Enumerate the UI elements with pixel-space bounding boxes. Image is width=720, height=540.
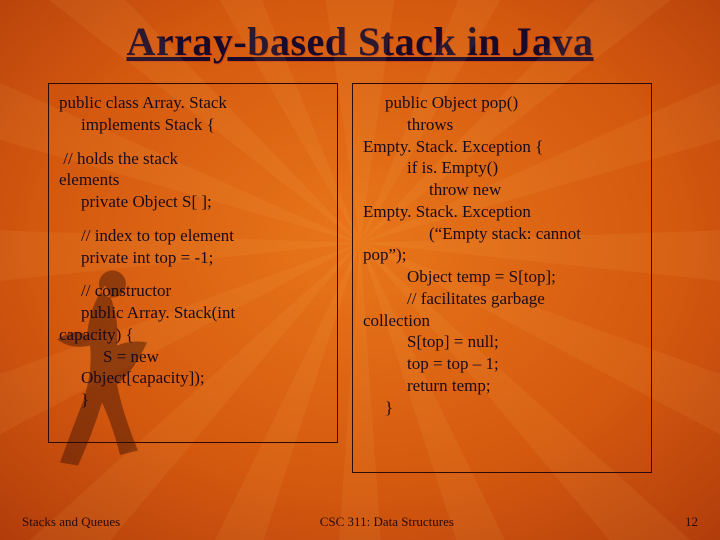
footer-left: Stacks and Queues xyxy=(22,514,120,530)
code-line: private Object S[ ]; xyxy=(59,191,327,213)
code-right-box: public Object pop() throws Empty. Stack.… xyxy=(352,83,652,473)
code-line: public Array. Stack(int xyxy=(59,302,327,324)
code-line: (“Empty stack: cannot xyxy=(363,223,641,245)
code-line: implements Stack { xyxy=(59,114,327,136)
code-line: S = new xyxy=(59,346,327,368)
code-columns: public class Array. Stack implements Sta… xyxy=(0,65,720,473)
code-line: private int top = -1; xyxy=(59,247,327,269)
code-line: throw new xyxy=(363,179,641,201)
code-line: pop”); xyxy=(363,244,641,266)
code-line: } xyxy=(363,397,641,419)
slide-number: 12 xyxy=(685,514,698,530)
footer-center: CSC 311: Data Structures xyxy=(320,514,454,530)
code-line: Object[capacity]); xyxy=(59,367,327,389)
footer: Stacks and Queues CSC 311: Data Structur… xyxy=(0,514,720,530)
code-line: public class Array. Stack xyxy=(59,92,327,114)
code-line: top = top – 1; xyxy=(363,353,641,375)
code-line: collection xyxy=(363,310,641,332)
code-left-box: public class Array. Stack implements Sta… xyxy=(48,83,338,443)
code-line: Empty. Stack. Exception { xyxy=(363,136,641,158)
code-line: // index to top element xyxy=(59,225,327,247)
code-line: throws xyxy=(363,114,641,136)
code-line: // holds the stack xyxy=(59,148,327,170)
code-line: public Object pop() xyxy=(363,92,641,114)
code-line: return temp; xyxy=(363,375,641,397)
code-line: capacity) { xyxy=(59,324,327,346)
code-line: // facilitates garbage xyxy=(363,288,641,310)
code-line: // constructor xyxy=(59,280,327,302)
code-line: S[top] = null; xyxy=(363,331,641,353)
code-line: Object temp = S[top]; xyxy=(363,266,641,288)
code-line: } xyxy=(59,389,327,411)
slide-title: Array-based Stack in Java xyxy=(0,0,720,65)
code-line: if is. Empty() xyxy=(363,157,641,179)
code-line: elements xyxy=(59,169,327,191)
code-line: Empty. Stack. Exception xyxy=(363,201,641,223)
